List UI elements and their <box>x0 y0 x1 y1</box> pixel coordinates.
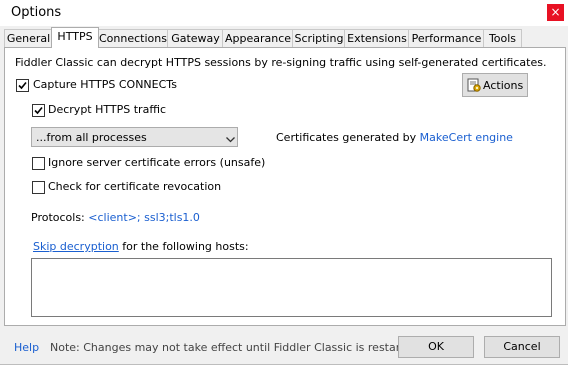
tab-scripting[interactable]: Scripting <box>292 29 346 47</box>
restart-note: Note: Changes may not take effect until … <box>50 341 422 354</box>
ignore-cert-errors-checkbox[interactable] <box>32 157 45 170</box>
protocols-row: Protocols: <client>; ssl3;tls1.0 <box>31 211 200 224</box>
tab-general[interactable]: General <box>4 29 53 47</box>
tab-performance[interactable]: Performance <box>408 29 485 47</box>
protocols-label: Protocols: <box>31 211 89 224</box>
actions-button[interactable]: Actions <box>462 73 528 97</box>
tab-appearance[interactable]: Appearance <box>222 29 294 47</box>
cancel-button[interactable]: Cancel <box>484 336 560 358</box>
ignore-cert-errors-label[interactable]: Ignore server certificate errors (unsafe… <box>48 156 265 169</box>
tab-extensions[interactable]: Extensions <box>344 29 410 47</box>
actions-button-label: Actions <box>483 79 524 92</box>
close-icon: × <box>550 5 561 19</box>
decrypt-traffic-label[interactable]: Decrypt HTTPS traffic <box>48 103 166 116</box>
help-link[interactable]: Help <box>14 341 39 354</box>
tab-connections[interactable]: Connections <box>97 29 169 47</box>
capture-connects-label[interactable]: Capture HTTPS CONNECTs <box>33 78 177 91</box>
background-strip <box>568 0 572 367</box>
checkmark-icon <box>34 106 43 115</box>
cert-generator-text: Certificates generated by MakeCert engin… <box>276 131 513 144</box>
check-revocation-checkbox[interactable] <box>32 181 45 194</box>
capture-connects-checkbox[interactable] <box>16 79 29 92</box>
skip-decryption-row: Skip decryption for the following hosts: <box>33 240 249 253</box>
protocols-link[interactable]: <client>; ssl3;tls1.0 <box>88 211 200 224</box>
process-filter-select[interactable]: ...from all processes <box>31 127 238 147</box>
tab-gateway[interactable]: Gateway <box>167 29 224 47</box>
chevron-down-icon <box>226 133 235 146</box>
check-revocation-label[interactable]: Check for certificate revocation <box>48 180 221 193</box>
close-button[interactable]: × <box>547 4 564 21</box>
ok-button[interactable]: OK <box>398 336 474 358</box>
https-intro-text: Fiddler Classic can decrypt HTTPS sessio… <box>15 56 547 69</box>
dialog-title: Options <box>11 5 62 20</box>
cert-engine-link[interactable]: MakeCert engine <box>420 131 513 144</box>
tab-https[interactable]: HTTPS <box>51 27 99 48</box>
decrypt-traffic-checkbox[interactable] <box>32 104 45 117</box>
title-bar[interactable]: Options × <box>0 0 568 26</box>
options-dialog: Options × General HTTPS Connections Gate… <box>0 0 569 365</box>
skip-decryption-hosts-input[interactable] <box>31 258 552 317</box>
skip-decryption-link[interactable]: Skip decryption <box>33 240 119 253</box>
checkmark-icon <box>18 81 27 90</box>
tab-tools[interactable]: Tools <box>483 29 522 47</box>
certificate-icon <box>467 78 482 93</box>
process-filter-value: ...from all processes <box>36 131 147 144</box>
